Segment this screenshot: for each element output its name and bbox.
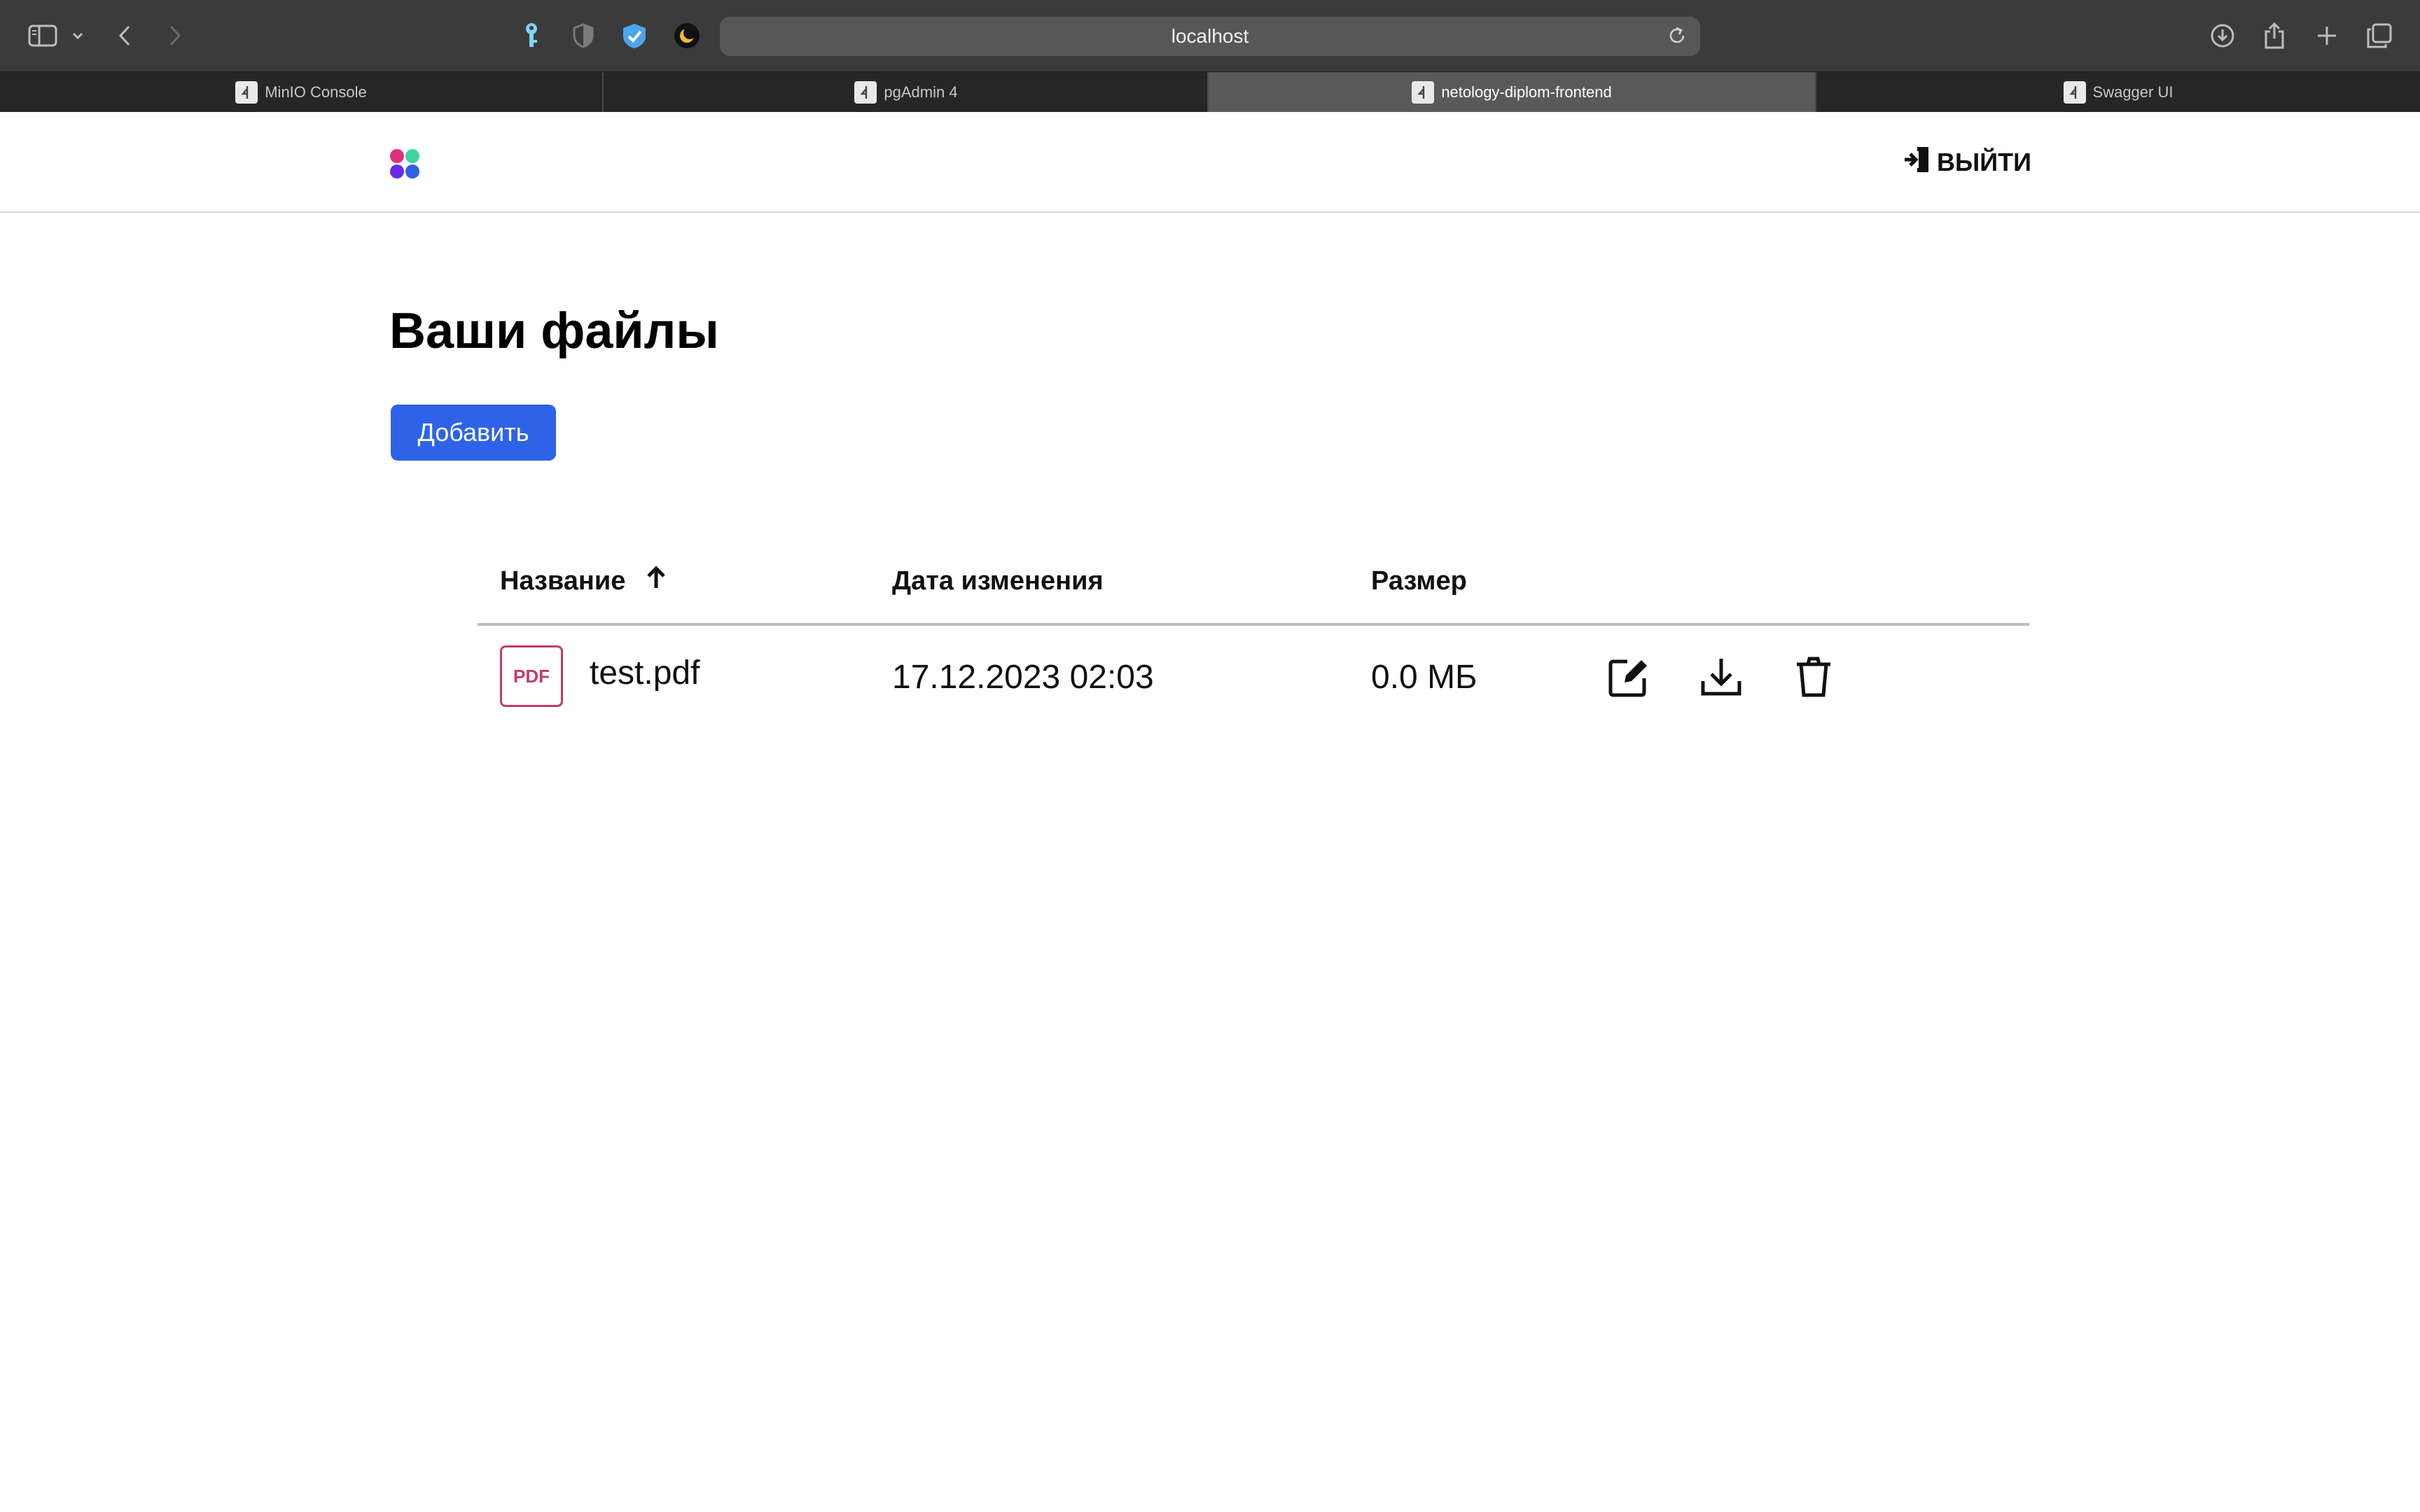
- file-modified-date: 17.12.2023 02:03: [892, 659, 1154, 696]
- download-button[interactable]: [1696, 652, 1746, 703]
- file-size: 0.0 МБ: [1371, 659, 1477, 696]
- tab-label: pgAdmin 4: [884, 83, 958, 101]
- downloads-icon[interactable]: [2210, 23, 2235, 48]
- files-table: Название Дата изменения Размер PDF test.…: [478, 546, 2029, 731]
- logout-icon: [1903, 144, 1934, 181]
- edit-button[interactable]: [1604, 652, 1654, 703]
- browser-toolbar: localhost: [0, 0, 2420, 71]
- edit-icon: [1606, 654, 1651, 701]
- sidebar-toggle-icon[interactable]: [28, 24, 57, 47]
- dark-mode-extension-icon[interactable]: [674, 22, 700, 49]
- favicon-icon: [2063, 81, 2086, 104]
- tab-pgadmin[interactable]: pgAdmin 4: [605, 72, 1209, 113]
- new-tab-icon[interactable]: [2316, 25, 2337, 46]
- password-key-icon[interactable]: [524, 22, 539, 50]
- sort-arrow-up-icon[interactable]: [646, 563, 666, 599]
- favicon-icon: [1412, 81, 1435, 104]
- file-type-label: PDF: [513, 665, 550, 687]
- favicon-icon: [235, 81, 258, 104]
- tab-label: MinIO Console: [265, 83, 367, 101]
- column-header-size[interactable]: Размер: [1371, 563, 1467, 599]
- address-bar[interactable]: localhost: [720, 17, 1700, 56]
- add-file-button[interactable]: Добавить: [391, 405, 556, 461]
- tab-minio-console[interactable]: MinIO Console: [0, 72, 604, 113]
- extension-check-shield-icon[interactable]: [622, 22, 647, 49]
- tab-label: netology-diplom-frontend: [1441, 83, 1612, 101]
- app-header: ВЫЙТИ: [0, 112, 2420, 213]
- favicon-icon: [854, 81, 877, 104]
- column-header-date[interactable]: Дата изменения: [892, 563, 1104, 599]
- app-logo-icon[interactable]: [389, 148, 420, 179]
- reload-icon[interactable]: [1667, 25, 1688, 50]
- tab-overview-icon[interactable]: [2367, 23, 2392, 48]
- trash-icon: [1791, 654, 1836, 701]
- privacy-shield-icon[interactable]: [573, 23, 594, 48]
- delete-button[interactable]: [1788, 652, 1839, 703]
- logout-button[interactable]: ВЫЙТИ: [1903, 146, 2031, 179]
- tab-bar: MinIO Console pgAdmin 4 netology-diplom-…: [0, 71, 2420, 113]
- page-title: Ваши файлы: [389, 303, 719, 359]
- logout-label: ВЫЙТИ: [1937, 148, 2031, 176]
- tab-swagger-ui[interactable]: Swagger UI: [1816, 72, 2420, 113]
- tab-netology-diplom-frontend[interactable]: netology-diplom-frontend: [1209, 72, 1816, 113]
- download-icon: [1699, 654, 1744, 701]
- file-name[interactable]: test.pdf: [590, 652, 700, 694]
- table-row[interactable]: PDF test.pdf 17.12.2023 02:03 0.0 МБ: [478, 626, 2029, 731]
- chevron-down-icon[interactable]: [71, 31, 84, 40]
- url-text[interactable]: localhost: [720, 17, 1700, 56]
- back-icon[interactable]: [118, 24, 132, 47]
- share-icon[interactable]: [2263, 22, 2286, 50]
- column-label: Название: [500, 566, 626, 596]
- tab-label: Swagger UI: [2092, 83, 2174, 101]
- forward-icon[interactable]: [168, 24, 182, 47]
- pdf-file-icon: PDF: [500, 645, 563, 707]
- table-header: Название Дата изменения Размер: [478, 546, 2029, 626]
- column-header-name[interactable]: Название: [500, 563, 666, 599]
